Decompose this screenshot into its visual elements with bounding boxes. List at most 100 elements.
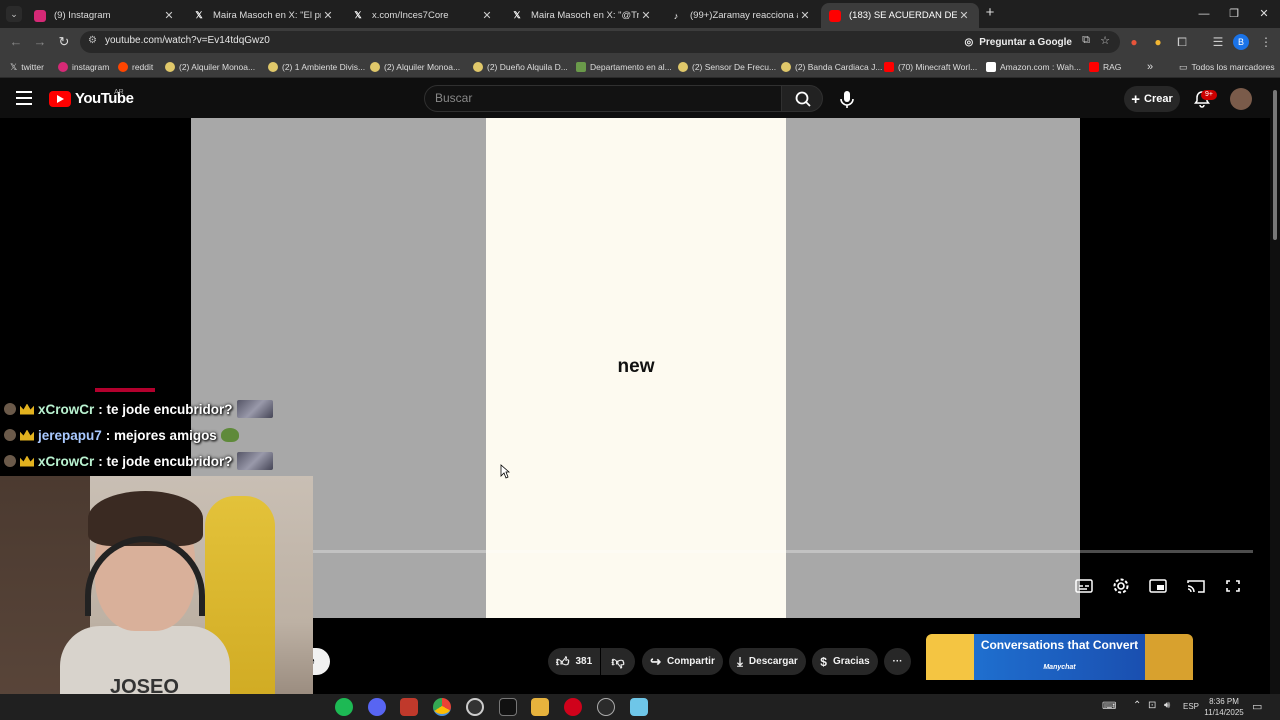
tab-instagram[interactable]: (9) Instagram ✕ bbox=[26, 3, 184, 28]
search-box[interactable] bbox=[424, 85, 782, 112]
bookmark-item[interactable]: (2) 1 Ambiente Divis... bbox=[268, 60, 365, 74]
spotify-icon[interactable] bbox=[335, 698, 353, 716]
clock-date: 11/14/2025 bbox=[1204, 708, 1244, 717]
network-icon[interactable]: ⊡ bbox=[1148, 700, 1156, 711]
bookmark-item[interactable]: Departamento en al... bbox=[576, 60, 672, 74]
bookmark-item[interactable]: Amazon.com : Wah... bbox=[986, 60, 1081, 74]
bookmark-label: (2) Sensor De Frecu... bbox=[692, 62, 777, 72]
reload-icon[interactable]: ↻ bbox=[54, 32, 74, 52]
capcut-icon[interactable] bbox=[499, 698, 517, 716]
fullscreen-button[interactable] bbox=[1222, 576, 1244, 596]
youtube-wordmark: YouTube bbox=[75, 90, 134, 107]
subtitles-button[interactable] bbox=[1073, 576, 1095, 596]
chat-text: : te jode encubridor? bbox=[98, 453, 233, 469]
settings-button[interactable] bbox=[1110, 576, 1132, 596]
bookmark-item[interactable]: (70) Minecraft Worl... bbox=[884, 60, 977, 74]
bookmark-item[interactable]: (2) Alquiler Monoa... bbox=[370, 60, 460, 74]
reading-list-icon[interactable]: ☰ bbox=[1209, 33, 1227, 51]
tab-x-inces7core[interactable]: 𝕏 x.com/Inces7Core ✕ bbox=[344, 3, 502, 28]
clock[interactable]: 8:36 PM 11/14/2025 bbox=[1200, 696, 1248, 718]
tab-x-maira-2[interactable]: 𝕏 Maira Masoch en X: "@TronkO ✕ bbox=[503, 3, 661, 28]
forward-icon[interactable]: → bbox=[30, 32, 50, 52]
restore-icon[interactable]: ❐ bbox=[1220, 4, 1248, 24]
chat-username: xCrowCr bbox=[38, 453, 95, 469]
notepad-icon[interactable] bbox=[630, 698, 648, 716]
media-player-icon[interactable] bbox=[597, 698, 615, 716]
close-icon[interactable]: ✕ bbox=[798, 9, 812, 22]
bookmark-item[interactable]: instagram bbox=[58, 60, 109, 74]
search-button[interactable] bbox=[781, 85, 823, 112]
new-tab-button[interactable]: + bbox=[982, 5, 998, 21]
tab-youtube-active[interactable]: (183) SE ACUERDAN DE SANTI ✕ bbox=[821, 3, 979, 28]
account-avatar[interactable] bbox=[1230, 88, 1252, 110]
menu-icon[interactable] bbox=[16, 91, 32, 105]
back-icon[interactable]: ← bbox=[6, 32, 26, 52]
extensions-puzzle-icon[interactable]: ⧠ bbox=[1173, 33, 1191, 51]
keyboard-icon[interactable]: ⌨ bbox=[1102, 701, 1116, 712]
close-window-icon[interactable]: ✕ bbox=[1250, 4, 1278, 24]
discord-icon[interactable] bbox=[368, 698, 386, 716]
video-player[interactable]: new bbox=[191, 118, 1080, 618]
bookmark-item[interactable]: (2) Alquiler Monoa... bbox=[165, 60, 255, 74]
bookmark-item[interactable]: (2) Dueño Alquila D... bbox=[473, 60, 568, 74]
create-button[interactable]: + Crear bbox=[1124, 86, 1180, 112]
scrollbar-thumb[interactable] bbox=[1273, 90, 1277, 240]
language-indicator[interactable]: ESP bbox=[1183, 702, 1199, 711]
install-app-icon[interactable]: ⧉ bbox=[1082, 34, 1090, 47]
address-bar[interactable]: ⚙ youtube.com/watch?v=Ev14tdqGwz0 ◎ Preg… bbox=[80, 31, 1120, 53]
bookmark-star-icon[interactable]: ☆ bbox=[1100, 34, 1110, 47]
miniplayer-button[interactable] bbox=[1147, 576, 1169, 596]
voice-search-button[interactable] bbox=[833, 85, 861, 113]
url-text[interactable]: youtube.com/watch?v=Ev14tdqGwz0 bbox=[105, 35, 270, 46]
thanks-button[interactable]: $ Gracias bbox=[812, 648, 878, 675]
obs-icon[interactable] bbox=[466, 698, 484, 716]
bookmark-item[interactable]: 𝕏twitter bbox=[10, 60, 44, 74]
volume-icon[interactable]: 🔊︎ bbox=[1164, 700, 1170, 711]
youtube-header: YouTube AR + Crear bbox=[0, 78, 1270, 118]
close-icon[interactable]: ✕ bbox=[957, 9, 971, 22]
video-progress-bar[interactable] bbox=[313, 550, 1253, 553]
miniplayer-icon bbox=[1149, 579, 1167, 593]
file-explorer-icon[interactable] bbox=[531, 698, 549, 716]
notifications-icon[interactable]: ▭ bbox=[1252, 700, 1262, 713]
more-actions-button[interactable]: ··· bbox=[884, 648, 911, 675]
search-input[interactable] bbox=[435, 91, 765, 105]
chrome-icon[interactable] bbox=[433, 698, 451, 716]
like-button[interactable]: 👍︎ 381 bbox=[548, 648, 600, 675]
page-scrollbar[interactable] bbox=[1270, 78, 1280, 694]
profile-avatar[interactable]: B bbox=[1233, 34, 1249, 50]
kebab-menu-icon[interactable]: ⋮ bbox=[1257, 33, 1275, 51]
fullscreen-icon bbox=[1226, 580, 1240, 592]
chat-text: : te jode encubridor? bbox=[98, 401, 233, 417]
extension-fox-icon[interactable]: ● bbox=[1125, 33, 1143, 51]
site-info-icon[interactable]: ⚙ bbox=[88, 35, 97, 46]
bookmark-item[interactable]: reddit bbox=[118, 60, 153, 74]
marketplace-icon bbox=[165, 62, 175, 72]
voicemeeter-icon[interactable] bbox=[400, 698, 418, 716]
tab-tiktok[interactable]: ♪ (99+)Zaramay reacciona a Lolo ✕ bbox=[662, 3, 820, 28]
bookmark-item[interactable]: (2) Sensor De Frecu... bbox=[678, 60, 776, 74]
all-bookmarks-button[interactable]: ▭ Todos los marcadores bbox=[1179, 60, 1275, 74]
ask-google-button[interactable]: ◎ Preguntar a Google bbox=[964, 34, 1072, 50]
crown-icon bbox=[20, 455, 34, 467]
close-icon[interactable]: ✕ bbox=[162, 9, 176, 22]
download-button[interactable]: ⤓ Descargar bbox=[729, 648, 806, 675]
bookmark-item[interactable]: RAG bbox=[1089, 60, 1121, 74]
opera-icon[interactable] bbox=[564, 698, 582, 716]
cast-button[interactable] bbox=[1185, 576, 1207, 596]
extension-color-icon[interactable]: ● bbox=[1149, 33, 1167, 51]
close-icon[interactable]: ✕ bbox=[480, 9, 494, 22]
tab-search-button[interactable]: ⌄ bbox=[6, 6, 22, 22]
share-button[interactable]: ↪ Compartir bbox=[642, 648, 723, 675]
bookmarks-overflow-button[interactable]: » bbox=[1147, 60, 1153, 74]
notification-badge: 9+ bbox=[1201, 90, 1217, 100]
bookmark-label: reddit bbox=[132, 62, 154, 72]
sidebar-ad-banner[interactable]: Conversations that Convert Manychat bbox=[926, 634, 1193, 680]
close-icon[interactable]: ✕ bbox=[321, 9, 335, 22]
bookmark-item[interactable]: (2) Banda Cardiaca J... bbox=[781, 60, 882, 74]
dislike-button[interactable]: 👎︎ bbox=[601, 648, 635, 675]
chevron-up-icon[interactable]: ⌃ bbox=[1133, 700, 1141, 711]
minimize-icon[interactable]: — bbox=[1190, 4, 1218, 24]
close-icon[interactable]: ✕ bbox=[639, 9, 653, 22]
tab-x-maira-1[interactable]: 𝕏 Maira Masoch en X: "El problem ✕ bbox=[185, 3, 343, 28]
